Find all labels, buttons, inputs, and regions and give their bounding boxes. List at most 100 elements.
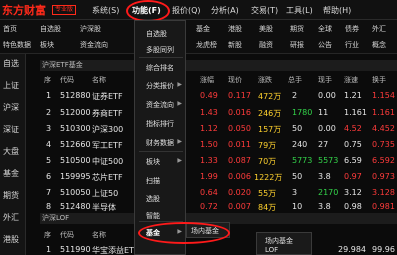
nested-option-exchange-fund[interactable]: 场内基金: [265, 236, 293, 246]
row-code: 159995: [60, 172, 91, 181]
menu-system[interactable]: 系统(S): [92, 5, 119, 16]
col-header[interactable]: 现手: [318, 75, 332, 85]
sidebar-item[interactable]: 自选: [3, 58, 19, 69]
lof-col-header[interactable]: 代码: [60, 230, 74, 240]
sidebar-item[interactable]: 深证: [3, 124, 19, 135]
col-header[interactable]: 现价: [228, 75, 242, 85]
row-vol: 70万: [258, 157, 277, 166]
menu-option-stock-picker[interactable]: 选股: [146, 194, 160, 204]
row-to: 0.98: [344, 202, 362, 211]
chevron-right-icon: ▶: [177, 228, 182, 235]
row-name: 芯片ETF: [92, 173, 123, 182]
tb-item[interactable]: 自选股: [40, 24, 61, 34]
menu-help[interactable]: 帮助(H): [323, 5, 351, 16]
sidebar-item[interactable]: 港股: [3, 234, 19, 245]
sidebar-item[interactable]: 期货: [3, 190, 19, 201]
tb-item[interactable]: 研报: [290, 40, 304, 50]
row-px: 0.050: [228, 124, 251, 133]
menu-option-scan[interactable]: 扫描: [146, 176, 160, 186]
row-to: 1.161: [344, 108, 367, 117]
tb-item[interactable]: 沪深股: [80, 24, 101, 34]
left-sidebar: 自选 上证 沪深 深证 大盘 基金 期货 外汇 港股: [0, 54, 26, 255]
menu-option-indicator-rank[interactable]: 指标排行: [146, 119, 174, 129]
function-dropdown-menu: 自选股 多股同列 综合排名 分类报价 ▶ 资金流向 ▶ 指标排行 财务数据 ▶ …: [134, 20, 186, 255]
row-code: 510500: [60, 156, 91, 165]
row-name: 券商ETF: [92, 109, 123, 118]
tb-item[interactable]: 外汇: [372, 24, 386, 34]
tb-item[interactable]: 港股: [228, 24, 242, 34]
row-vol: 157万: [258, 125, 282, 134]
row-cur: 5773: [292, 156, 313, 165]
tb-item[interactable]: 公告: [318, 40, 332, 50]
menu-option-favorites[interactable]: 自选股: [146, 29, 167, 39]
row-cur: 3: [292, 188, 298, 197]
tb-item[interactable]: 美股: [259, 24, 273, 34]
menu-option-smart[interactable]: 智能: [146, 211, 160, 221]
tb-item[interactable]: 债券: [345, 24, 359, 34]
menu-function[interactable]: 功能(F): [132, 5, 161, 16]
menu-option-category-quote[interactable]: 分类报价: [146, 81, 174, 91]
menu-bar: 东方财富 专业版 系统(S) 功能(F) 报价(Q) 分析(A) 交易(T) 工…: [0, 0, 397, 20]
row-code: 512480: [60, 202, 91, 211]
tb-item[interactable]: 融资: [259, 40, 273, 50]
row-px: 0.020: [228, 188, 251, 197]
row-hi: 0.981: [372, 202, 395, 211]
col-header[interactable]: 涨幅: [200, 75, 214, 85]
chevron-right-icon: ▶: [177, 138, 182, 145]
row-cur: 50: [292, 172, 303, 181]
tb-item[interactable]: 新股: [228, 40, 242, 50]
col-header[interactable]: 涨跌: [258, 75, 272, 85]
col-header[interactable]: 总手: [288, 75, 302, 85]
row-cur: 240: [292, 140, 308, 149]
lof-col-header[interactable]: 序: [44, 230, 51, 240]
tb-item[interactable]: 概念: [372, 40, 386, 50]
row-vol: 84万: [258, 203, 277, 212]
submenu-option-exchange-fund[interactable]: 场内基金: [191, 226, 219, 236]
fund-submenu-nested: 场内基金 LOF: [256, 232, 312, 255]
tb-item[interactable]: 期货: [290, 24, 304, 34]
col-header[interactable]: 涨速: [344, 75, 358, 85]
row-hi: 4.452: [372, 124, 395, 133]
menu-option-fund-flow[interactable]: 资金流向: [146, 100, 174, 110]
col-header[interactable]: 序: [44, 75, 51, 85]
quick-toolbar: 首页 自选股 沪深股 基金 港股 美股 期货 全球 债券 外汇 特色数据 板块 …: [0, 20, 397, 54]
menu-option-financial-data[interactable]: 财务数据: [146, 138, 174, 148]
tb-item[interactable]: 全球: [318, 24, 332, 34]
row-name: 沪深300: [92, 125, 124, 134]
tb-item[interactable]: 首页: [3, 24, 17, 34]
menu-option-sector[interactable]: 板块: [146, 157, 160, 167]
row-spd: 0.00: [318, 124, 336, 133]
sidebar-item[interactable]: 大盘: [3, 146, 19, 157]
row-spd: 5573: [318, 156, 339, 165]
menu-tools[interactable]: 工具(L): [286, 5, 313, 16]
tb-item[interactable]: 基金: [196, 24, 210, 34]
menu-trade[interactable]: 交易(T): [251, 5, 278, 16]
sidebar-item[interactable]: 上证: [3, 80, 19, 91]
col-header[interactable]: 换手: [372, 75, 386, 85]
col-header[interactable]: 代码: [60, 75, 74, 85]
tb-item[interactable]: 资金流向: [80, 40, 108, 50]
row-lo: 99.96: [372, 245, 395, 254]
sidebar-item[interactable]: 基金: [3, 168, 19, 179]
row-index: 2: [46, 108, 52, 117]
menu-option-multi-stock[interactable]: 多股同列: [146, 45, 174, 55]
menu-analysis[interactable]: 分析(A): [211, 5, 239, 16]
col-header[interactable]: 名称: [92, 75, 106, 85]
nested-option-lof[interactable]: LOF: [265, 246, 278, 254]
menu-option-ranking[interactable]: 综合排名: [146, 63, 174, 73]
menu-quote[interactable]: 报价(Q): [172, 5, 201, 16]
tb-item[interactable]: 龙虎榜: [196, 40, 217, 50]
lof-col-header[interactable]: 名称: [92, 230, 106, 240]
row-hi: 1.161: [372, 108, 395, 117]
row-pct: 1.43: [200, 108, 218, 117]
sidebar-item[interactable]: 外汇: [3, 212, 19, 223]
menu-separator: [139, 221, 183, 222]
row-pct: 1.12: [200, 124, 218, 133]
menu-option-fund[interactable]: 基金: [146, 228, 160, 238]
tb-item[interactable]: 特色数据: [3, 40, 31, 50]
sidebar-item[interactable]: 沪深: [3, 102, 19, 113]
row-hi: 0.735: [372, 140, 395, 149]
row-index: 1: [46, 91, 52, 100]
tb-item[interactable]: 板块: [40, 40, 54, 50]
tb-item[interactable]: 行业: [345, 40, 359, 50]
